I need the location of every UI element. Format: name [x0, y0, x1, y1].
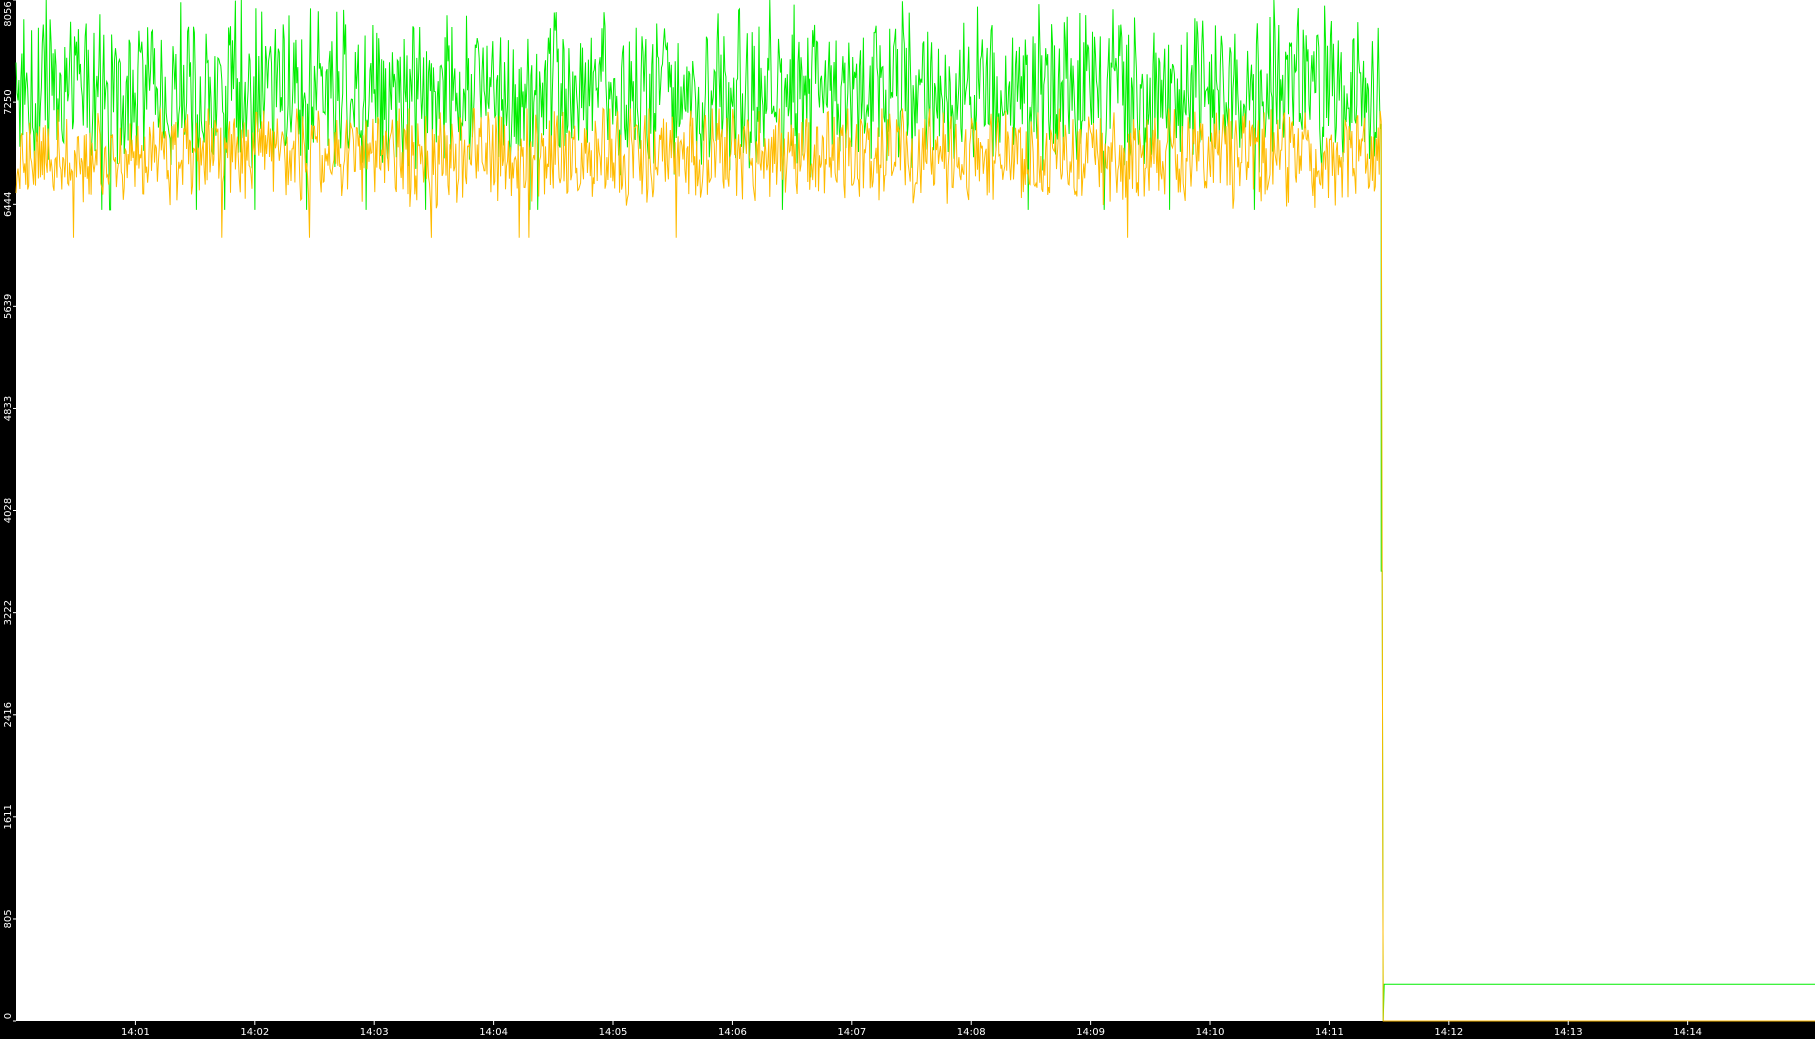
x-tick-label: 14:12 — [1434, 1027, 1463, 1038]
y-tick-label: 2416 — [3, 702, 14, 727]
x-tick-label: 14:07 — [837, 1027, 866, 1038]
x-tick-label: 14:05 — [599, 1027, 628, 1038]
y-tick-label: 3222 — [3, 600, 14, 625]
x-tick-label: 14:11 — [1315, 1027, 1344, 1038]
chart-container: 0 805 1611 2416 3222 4028 4833 5639 6444 7250 8056… — [0, 0, 1815, 1039]
line-chart: 0 805 1611 2416 3222 4028 4833 5639 6444 7250 8056… — [0, 0, 1815, 1039]
y-tick-label: 4028 — [3, 498, 14, 523]
x-tick-label: 14:14 — [1673, 1027, 1702, 1038]
x-tick-label: 14:03 — [360, 1027, 389, 1038]
x-tick-label: 14:13 — [1554, 1027, 1583, 1038]
x-tick-label: 14:04 — [479, 1027, 508, 1038]
y-tick-label: 5639 — [3, 294, 14, 319]
x-tick-label: 14:02 — [240, 1027, 269, 1038]
y-tick-label: 805 — [3, 909, 14, 928]
x-axis-band — [0, 1021, 1815, 1039]
y-tick-label: 7250 — [3, 89, 14, 114]
y-tick-label: 8056 — [3, 1, 14, 26]
x-tick-label: 14:01 — [121, 1027, 150, 1038]
y-tick-label: 6444 — [3, 192, 14, 217]
y-tick-label: 4833 — [3, 396, 14, 421]
x-tick-label: 14:08 — [957, 1027, 986, 1038]
x-tick-label: 14:06 — [718, 1027, 747, 1038]
x-tick-label: 14:09 — [1076, 1027, 1105, 1038]
x-tick-label: 14:10 — [1196, 1027, 1225, 1038]
y-tick-label: 1611 — [3, 804, 14, 829]
y-tick-label: 0 — [3, 1013, 14, 1019]
